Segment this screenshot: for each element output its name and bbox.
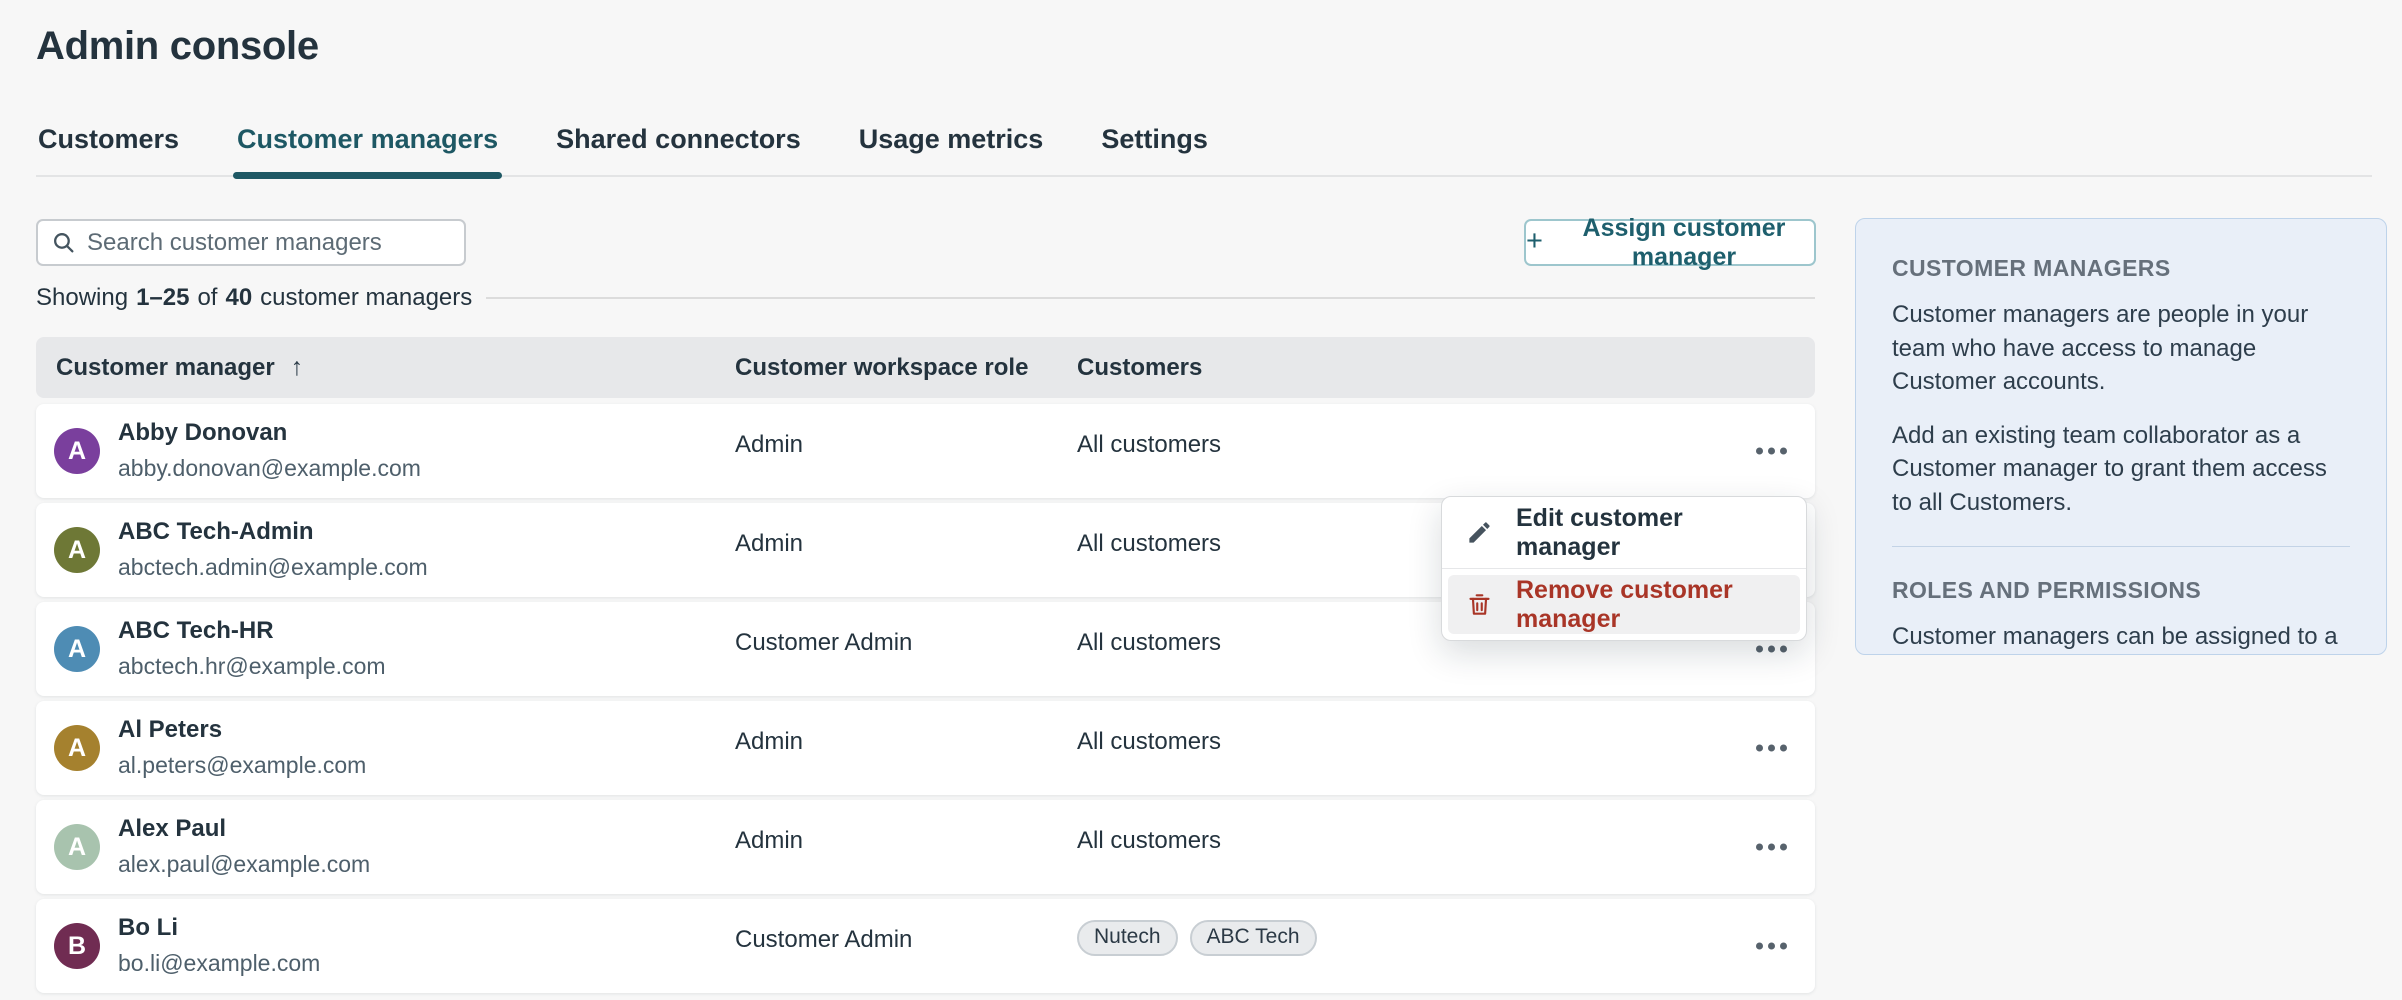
- trash-icon: [1466, 591, 1493, 618]
- summary-suffix: customer managers: [260, 284, 472, 312]
- info-panel-heading: ROLES AND PERMISSIONS: [1892, 577, 2350, 604]
- workspace-role-cell: Admin: [735, 800, 1077, 894]
- tab-usage-metrics[interactable]: Usage metrics: [857, 124, 1046, 175]
- pencil-icon: [1466, 519, 1493, 546]
- customers-value: All customers: [1077, 629, 1221, 657]
- workspace-role-cell: Customer Admin: [735, 899, 1077, 993]
- customer-manager-table: A Abby Donovan abby.donovan@example.com …: [36, 404, 1815, 993]
- tab-bar: Customers Customer managers Shared connect…: [36, 124, 2372, 177]
- summary-divider: [486, 297, 1815, 299]
- manager-email: bo.li@example.com: [118, 950, 320, 978]
- column-header-customer-workspace-role[interactable]: Customer workspace role: [735, 354, 1077, 382]
- info-panel-section: CUSTOMER MANAGERS Customer managers are …: [1892, 255, 2350, 520]
- manager-email: abby.donovan@example.com: [118, 455, 421, 483]
- search-input[interactable]: [87, 229, 451, 257]
- customer-manager-cell: A ABC Tech-HR abctech.hr@example.com: [36, 602, 735, 696]
- customers-cell: Nutech ABC Tech: [1077, 899, 1815, 993]
- manager-name: Alex Paul: [118, 815, 370, 844]
- customers-value: All customers: [1077, 728, 1221, 756]
- results-summary: Showing 1–25 of 40 customer managers: [36, 283, 1815, 313]
- menu-item-remove-customer-manager[interactable]: Remove customer manager: [1448, 575, 1800, 634]
- customer-manager-cell: A Alex Paul alex.paul@example.com: [36, 800, 735, 894]
- avatar: A: [54, 626, 100, 672]
- plus-icon: +: [1526, 227, 1543, 256]
- assign-button-label: Assign customer manager: [1554, 214, 1814, 272]
- column-header-customer-manager[interactable]: Customer manager ↑: [36, 353, 735, 382]
- row-actions-menu-button[interactable]: [1750, 933, 1793, 960]
- row-actions-menu-button[interactable]: [1750, 834, 1793, 861]
- panel-divider: [1892, 546, 2350, 547]
- workspace-role-cell: Admin: [735, 404, 1077, 498]
- assign-customer-manager-button[interactable]: + Assign customer manager: [1524, 219, 1816, 266]
- customer-manager-cell: A Abby Donovan abby.donovan@example.com: [36, 404, 735, 498]
- info-panel-heading: CUSTOMER MANAGERS: [1892, 255, 2350, 282]
- customers-value: All customers: [1077, 431, 1221, 459]
- summary-showing: Showing: [36, 284, 128, 312]
- column-header-customers[interactable]: Customers: [1077, 354, 1815, 382]
- manager-name: ABC Tech-Admin: [118, 518, 428, 547]
- manager-email: alex.paul@example.com: [118, 851, 370, 879]
- customer-manager-cell: A ABC Tech-Admin abctech.admin@example.c…: [36, 503, 735, 597]
- info-panel-section: ROLES AND PERMISSIONS Customer managers …: [1892, 577, 2350, 655]
- workspace-role-cell: Admin: [735, 503, 1077, 597]
- customer-manager-cell: B Bo Li bo.li@example.com: [36, 899, 735, 993]
- row-actions-context-menu: Edit customer manager Remove customer ma…: [1441, 496, 1807, 641]
- table-row: A Alex Paul alex.paul@example.com Admin …: [36, 800, 1815, 894]
- customer-manager-cell: A Al Peters al.peters@example.com: [36, 701, 735, 795]
- avatar: A: [54, 725, 100, 771]
- workspace-role-cell: Customer Admin: [735, 602, 1077, 696]
- customers-cell: All customers: [1077, 701, 1815, 795]
- manager-name: Abby Donovan: [118, 419, 421, 448]
- workspace-role-cell: Admin: [735, 701, 1077, 795]
- tab-customer-managers[interactable]: Customer managers: [235, 124, 500, 175]
- summary-of: of: [197, 284, 217, 312]
- info-panel-paragraph: Customer managers are people in your tea…: [1892, 298, 2350, 399]
- search-box: [36, 219, 466, 266]
- search-icon: [51, 230, 76, 255]
- admin-console-page: Admin console Customers Customer managers…: [0, 0, 2402, 1000]
- summary-total: 40: [225, 284, 252, 312]
- manager-email: al.peters@example.com: [118, 752, 366, 780]
- page-title: Admin console: [36, 24, 319, 69]
- sort-ascending-icon: ↑: [291, 353, 304, 382]
- tab-shared-connectors[interactable]: Shared connectors: [554, 124, 803, 175]
- avatar: B: [54, 923, 100, 969]
- info-panel: CUSTOMER MANAGERS Customer managers are …: [1855, 218, 2387, 655]
- manager-name: Bo Li: [118, 914, 320, 943]
- summary-range: 1–25: [136, 284, 189, 312]
- manager-email: abctech.admin@example.com: [118, 554, 428, 582]
- row-actions-menu-button[interactable]: [1750, 438, 1793, 465]
- table-row: A Al Peters al.peters@example.com Admin …: [36, 701, 1815, 795]
- manager-name: Al Peters: [118, 716, 366, 745]
- customers-value: All customers: [1077, 530, 1221, 558]
- tab-customers[interactable]: Customers: [36, 124, 181, 175]
- customers-value: All customers: [1077, 827, 1221, 855]
- tab-settings[interactable]: Settings: [1099, 124, 1210, 175]
- customer-badge: ABC Tech: [1190, 920, 1317, 956]
- customers-cell: All customers: [1077, 404, 1815, 498]
- menu-divider: [1442, 568, 1806, 569]
- avatar: A: [54, 824, 100, 870]
- table-row: B Bo Li bo.li@example.com Customer Admin…: [36, 899, 1815, 993]
- table-row: A Abby Donovan abby.donovan@example.com …: [36, 404, 1815, 498]
- row-actions-menu-button[interactable]: [1750, 735, 1793, 762]
- info-panel-paragraph: Customer managers can be assigned to a C…: [1892, 620, 2350, 655]
- info-panel-paragraph: Add an existing team collaborator as a C…: [1892, 419, 2350, 520]
- manager-email: abctech.hr@example.com: [118, 653, 386, 681]
- customer-badge: Nutech: [1077, 920, 1178, 956]
- avatar: A: [54, 527, 100, 573]
- manager-name: ABC Tech-HR: [118, 617, 386, 646]
- table-header: Customer manager ↑ Customer workspace ro…: [36, 337, 1815, 398]
- avatar: A: [54, 428, 100, 474]
- menu-item-edit-customer-manager[interactable]: Edit customer manager: [1442, 503, 1806, 562]
- customers-cell: All customers: [1077, 800, 1815, 894]
